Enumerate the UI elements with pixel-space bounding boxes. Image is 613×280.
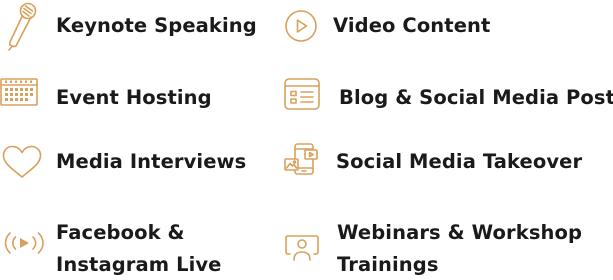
blog-post-icon	[284, 78, 320, 110]
live-broadcast-icon	[1, 228, 47, 258]
service-label: Media Interviews	[56, 150, 247, 173]
service-label: Event Hosting	[56, 86, 212, 109]
service-label-line2: Trainings	[337, 253, 439, 276]
service-label-line1: Webinars & Workshop	[337, 221, 583, 244]
service-label-line1: Facebook &	[56, 221, 185, 244]
service-label-line2: Instagram Live	[56, 253, 222, 276]
calendar-icon	[0, 77, 38, 107]
service-label: Social Media Takeover	[336, 150, 583, 173]
social-media-device-icon	[284, 143, 320, 179]
service-label: Keynote Speaking	[56, 14, 257, 37]
webinar-user-icon	[285, 234, 321, 262]
microphone-icon	[4, 2, 38, 51]
service-label: Blog & Social Media Posts	[339, 86, 613, 109]
play-circle-icon	[284, 9, 318, 43]
service-label: Video Content	[333, 14, 491, 37]
heart-icon	[2, 145, 42, 179]
